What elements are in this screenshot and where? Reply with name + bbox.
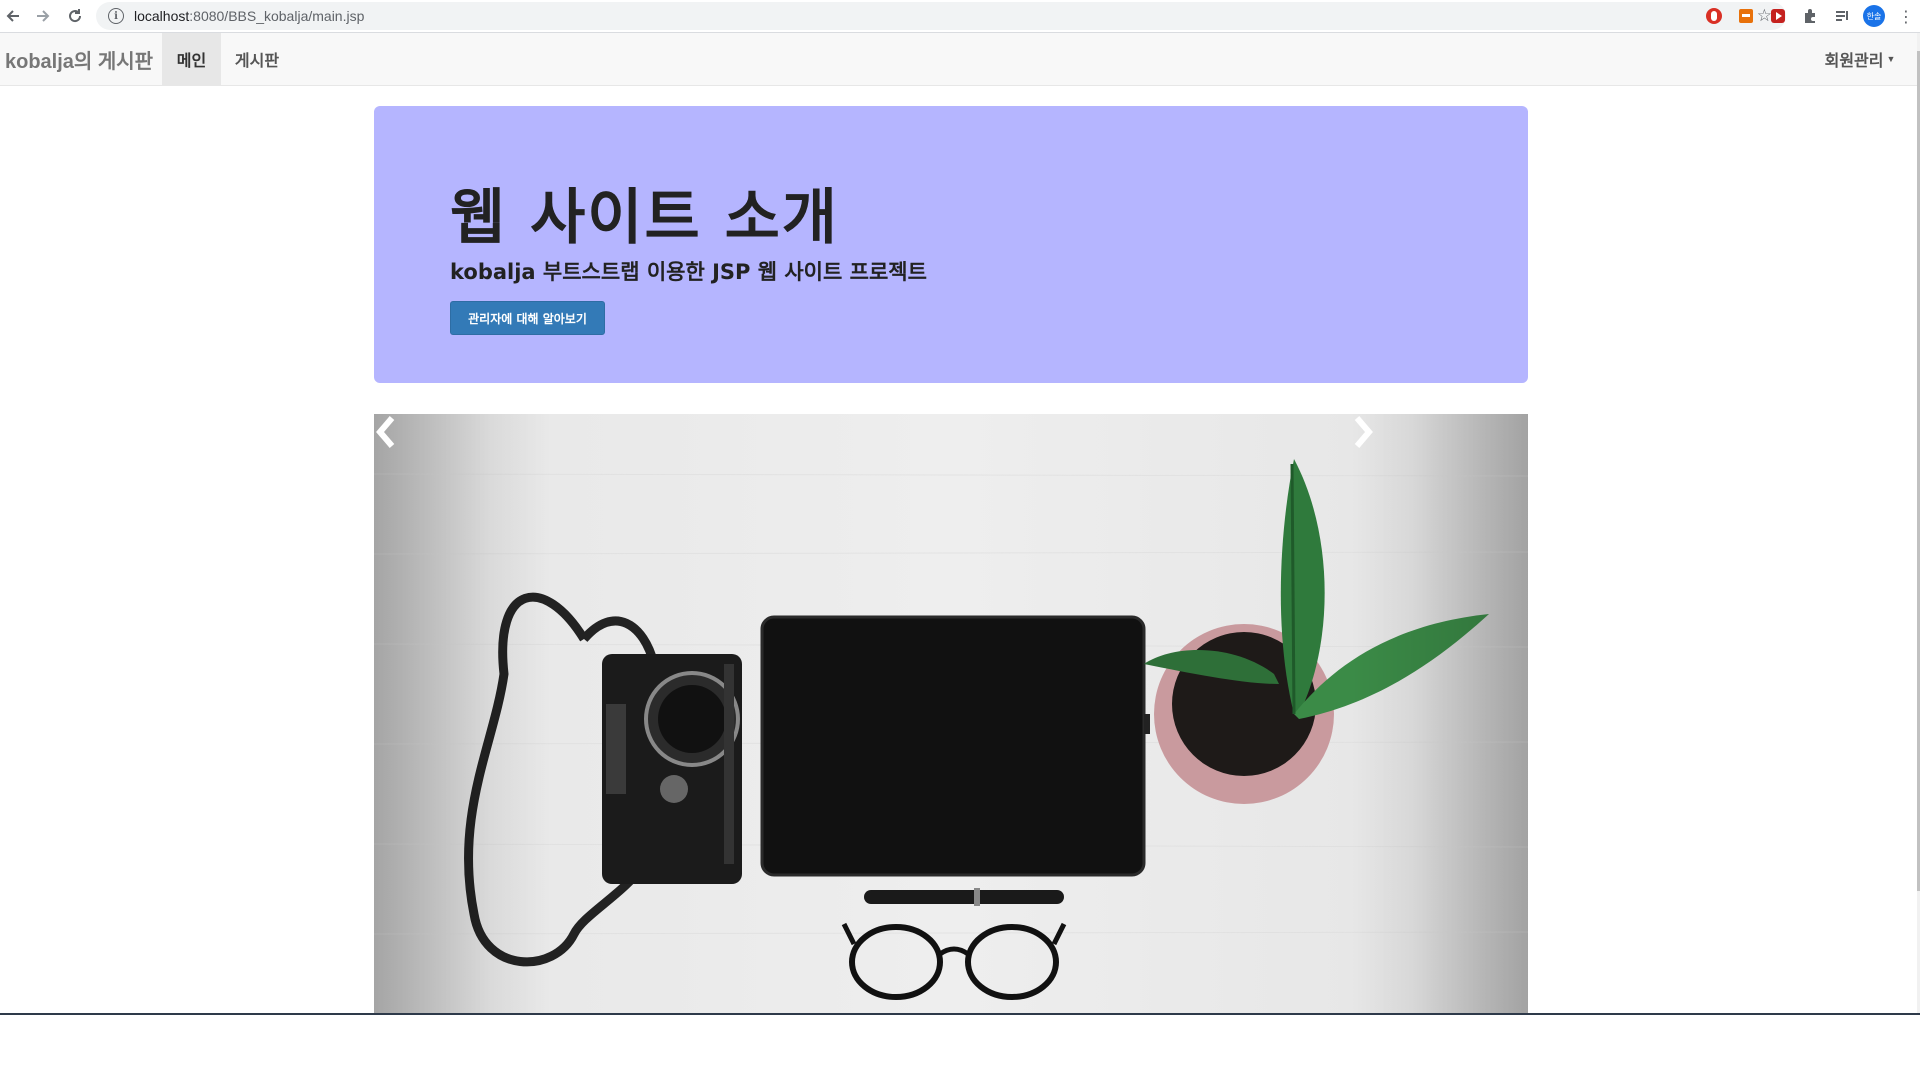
- member-dropdown-label: 회원관리: [1824, 53, 1884, 70]
- nav-item-main[interactable]: 메인: [162, 33, 221, 85]
- carousel-prev-control[interactable]: [374, 414, 551, 1014]
- jumbotron: 웹 사이트 소개 kobalja 부트스트랩 이용한 JSP 웹 사이트 프로젝…: [374, 106, 1528, 383]
- url-path: :8080/BBS_kobalja/main.jsp: [189, 8, 365, 24]
- learn-about-admin-button[interactable]: 관리자에 대해 알아보기: [450, 301, 605, 335]
- profile-initials: 한솔: [1863, 5, 1885, 27]
- site-info-icon[interactable]: i: [108, 8, 124, 24]
- url-text: localhost:8080/BBS_kobalja/main.jsp: [134, 8, 364, 24]
- extensions-puzzle-icon[interactable]: [1799, 5, 1821, 27]
- reading-list-icon[interactable]: [1831, 5, 1853, 27]
- url-host: localhost: [134, 8, 190, 24]
- chevron-left-icon: [376, 416, 395, 448]
- adblock-extension-icon[interactable]: [1703, 5, 1725, 27]
- image-carousel: [374, 414, 1528, 1014]
- member-dropdown-toggle[interactable]: 회원관리 ▼: [1820, 33, 1900, 85]
- site-navbar: kobalja의 게시판 메인 게시판 회원관리 ▼: [0, 33, 1918, 86]
- chevron-right-icon: [1354, 416, 1373, 448]
- back-icon[interactable]: [0, 3, 26, 29]
- video-extension-icon[interactable]: [1767, 5, 1789, 27]
- translate-extension-icon[interactable]: [1735, 5, 1757, 27]
- browser-toolbar: i localhost:8080/BBS_kobalja/main.jsp ☆ …: [0, 0, 1920, 33]
- profile-avatar[interactable]: 한솔: [1863, 5, 1885, 27]
- address-bar[interactable]: i localhost:8080/BBS_kobalja/main.jsp ☆: [96, 2, 1786, 30]
- window-bottom-border: [0, 1013, 1920, 1015]
- nav-item-board[interactable]: 게시판: [221, 33, 293, 85]
- reload-icon[interactable]: [62, 3, 88, 29]
- jumbotron-subtitle: kobalja 부트스트랩 이용한 JSP 웹 사이트 프로젝트: [450, 260, 927, 284]
- caret-down-icon: ▼: [1886, 54, 1896, 64]
- navbar-brand[interactable]: kobalja의 게시판: [0, 33, 158, 85]
- carousel-next-control[interactable]: [1351, 414, 1528, 1014]
- jumbotron-title: 웹 사이트 소개: [450, 183, 839, 253]
- forward-icon[interactable]: [30, 3, 56, 29]
- more-menu-icon[interactable]: ⋮: [1895, 5, 1917, 27]
